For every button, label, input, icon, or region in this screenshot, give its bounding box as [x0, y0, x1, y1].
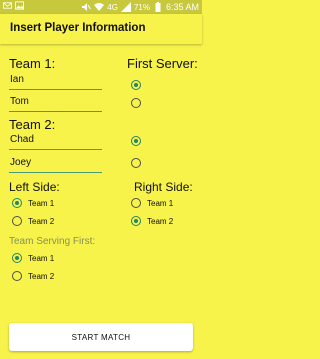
team1-player1-value: Ian — [10, 74, 24, 85]
start-match-button[interactable]: START MATCH — [9, 323, 193, 351]
left-side-team2-option[interactable]: Team 2 — [12, 216, 54, 226]
team2-label: Team 2: — [9, 117, 56, 132]
left-side-team1-radio[interactable] — [12, 198, 22, 208]
signal-icon — [120, 2, 131, 12]
left-side-label: Left Side: — [9, 180, 60, 194]
app-screen: 4G 71% 6:35 AM Insert Player Information… — [0, 0, 202, 359]
first-server-label: First Server: — [127, 56, 198, 71]
right-side-team1-label: Team 1 — [147, 198, 174, 208]
serving-team1-radio[interactable] — [12, 253, 22, 263]
left-side-team1-label: Team 1 — [28, 198, 55, 208]
serving-team2-option[interactable]: Team 2 — [12, 271, 54, 281]
status-indicators: 4G 71% 6:35 AM — [81, 0, 199, 14]
serving-team1-option[interactable]: Team 1 — [12, 253, 54, 263]
team1-player2-server-radio[interactable] — [131, 98, 141, 108]
team1-player1-server-radio[interactable] — [131, 80, 141, 90]
serving-team2-radio[interactable] — [12, 271, 22, 281]
app-bar: Insert Player Information — [0, 14, 202, 44]
team2-player1-field[interactable]: Chad — [9, 132, 102, 150]
team2-player2-server-radio[interactable] — [131, 158, 141, 168]
mute-icon — [82, 3, 92, 11]
team2-player1-server-radio[interactable] — [131, 136, 141, 146]
mail-icon — [3, 2, 12, 9]
serving-team2-label: Team 2 — [28, 271, 55, 281]
right-side-team2-radio[interactable] — [131, 216, 141, 226]
team2-player2-field[interactable]: Joey — [9, 155, 102, 173]
wifi-icon — [94, 3, 105, 11]
team2-player2-value: Joey — [10, 157, 32, 168]
serving-team1-label: Team 1 — [28, 253, 55, 263]
battery-percent: 71% — [133, 2, 150, 12]
right-side-team2-label: Team 2 — [147, 216, 174, 226]
left-side-team1-option[interactable]: Team 1 — [12, 198, 54, 208]
right-side-label: Right Side: — [134, 180, 193, 194]
left-side-team2-radio[interactable] — [12, 216, 22, 226]
network-type: 4G — [107, 2, 118, 12]
team1-player1-field[interactable]: Ian — [9, 72, 102, 90]
team1-label: Team 1: — [9, 56, 56, 71]
left-side-team2-label: Team 2 — [28, 216, 55, 226]
team1-player2-value: Tom — [10, 96, 29, 107]
notification-icons — [3, 1, 24, 10]
clock: 6:35 AM — [165, 2, 199, 12]
right-side-team1-radio[interactable] — [131, 198, 141, 208]
team-serving-first-label: Team Serving First: — [9, 236, 96, 247]
app-title: Insert Player Information — [10, 22, 146, 34]
image-icon — [15, 1, 24, 10]
team2-player1-value: Chad — [10, 134, 34, 145]
right-side-team2-option[interactable]: Team 2 — [131, 216, 173, 226]
status-bar: 4G 71% 6:35 AM — [0, 0, 202, 14]
team1-player2-field[interactable]: Tom — [9, 94, 102, 112]
battery-icon — [155, 2, 161, 12]
right-side-team1-option[interactable]: Team 1 — [131, 198, 173, 208]
